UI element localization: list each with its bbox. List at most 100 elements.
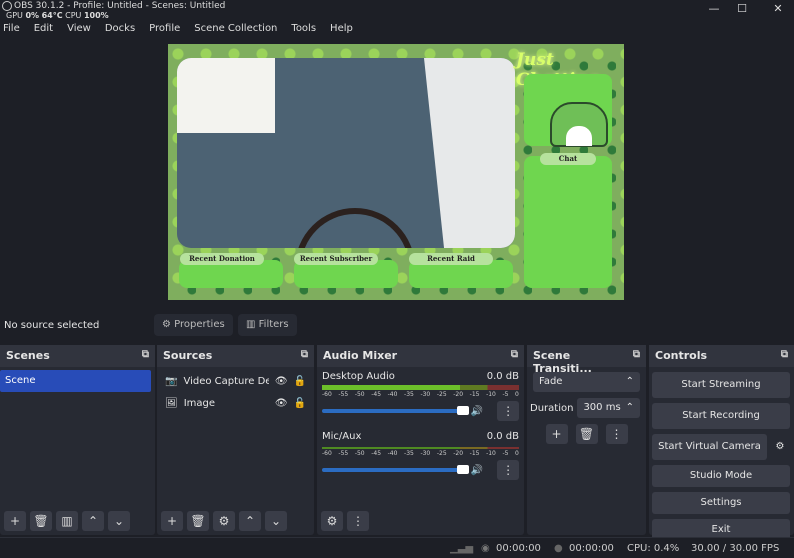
virtual-camera-settings-icon[interactable]: ⚙: [770, 434, 790, 460]
maximize-button[interactable]: ☐: [732, 2, 752, 15]
camera-icon: 📷: [165, 375, 178, 387]
gpu-label: GPU: [6, 11, 23, 20]
spin-icon: ⌃: [625, 402, 634, 413]
channel-menu-button[interactable]: ⋮: [497, 460, 519, 480]
transition-menu-button[interactable]: ⋮: [605, 424, 628, 444]
move-up-button[interactable]: ⌃: [82, 511, 104, 531]
transition-value: Fade: [539, 376, 563, 387]
menu-file[interactable]: File: [0, 21, 27, 37]
menu-view[interactable]: View: [64, 21, 98, 37]
overlay-subscriber-label: Recent Subscriber: [294, 253, 378, 265]
source-name: Video Capture Device: [183, 375, 269, 387]
close-button[interactable]: ✕: [768, 2, 788, 15]
record-indicator-icon: ●: [554, 543, 563, 554]
filters-button[interactable]: ▥ Filters: [238, 314, 297, 336]
audio-mixer-dock: Audio Mixer ⧉ Desktop Audio 0.0 dB -60 -55-…: [317, 345, 524, 535]
cpu-label: CPU: [65, 11, 82, 20]
start-streaming-button[interactable]: Start Streaming: [652, 372, 790, 398]
speaker-icon[interactable]: 🔊: [471, 465, 483, 476]
speaker-icon[interactable]: 🔊: [471, 406, 483, 417]
remove-source-button[interactable]: 🗑: [187, 511, 209, 531]
visibility-eye-icon[interactable]: 👁: [275, 376, 288, 387]
webcam-feed: [177, 58, 515, 248]
hw-stats: GPU 0% 64°C CPU 100%: [6, 11, 109, 20]
mixer-menu-button[interactable]: ⋮: [347, 511, 369, 531]
window-title: OBS 30.1.2 - Profile: Untitled - Scenes:…: [14, 1, 226, 11]
mixer-channel: Mic/Aux 0.0 dB -60 -55 -50 -45 -40 -35 -30 -25 -2…: [317, 427, 524, 480]
menu-edit[interactable]: Edit: [31, 21, 60, 37]
move-down-button[interactable]: ⌄: [108, 511, 130, 531]
dock-title: Scenes: [6, 349, 50, 362]
lock-icon[interactable]: 🔓: [294, 376, 306, 387]
properties-label: Properties: [174, 319, 225, 330]
source-item[interactable]: 🖼 Image 👁 🔓: [157, 392, 314, 414]
channel-name: Desktop Audio: [322, 371, 395, 382]
move-up-button[interactable]: ⌃: [239, 511, 261, 531]
undock-icon[interactable]: ⧉: [781, 349, 788, 363]
duration-spinbox[interactable]: 300 ms ⌃: [577, 398, 640, 418]
start-virtual-camera-button[interactable]: Start Virtual Camera: [652, 434, 767, 460]
undock-icon[interactable]: ⧉: [633, 349, 640, 363]
volume-slider[interactable]: [322, 406, 469, 415]
dock-title: Audio Mixer: [323, 349, 398, 362]
menu-docks[interactable]: Docks: [102, 21, 142, 37]
overlay-chat-label: Chat: [540, 153, 596, 165]
dock-title: Controls: [655, 349, 708, 362]
stream-indicator-icon: ◉: [481, 543, 490, 554]
add-transition-button[interactable]: +: [545, 424, 568, 444]
scene-filters-button[interactable]: ▥: [56, 511, 78, 531]
volume-meter: [322, 385, 519, 390]
cpu-value: 100%: [83, 11, 109, 20]
channel-level: 0.0 dB: [486, 431, 519, 442]
temp-value: 64°C: [41, 11, 63, 20]
duration-label: Duration: [530, 402, 574, 414]
channel-menu-button[interactable]: ⋮: [497, 401, 519, 421]
menu-help[interactable]: Help: [327, 21, 360, 37]
gear-icon: ⚙: [162, 319, 175, 330]
menu-tools[interactable]: Tools: [288, 21, 323, 37]
transitions-dock: Scene Transiti... ⧉ Fade ⌃ Duration 300 ms…: [527, 345, 646, 535]
preview-canvas[interactable]: Just Chatting Chat Recent Donation Recen…: [168, 44, 624, 300]
source-item[interactable]: 📷 Video Capture Device 👁 🔓: [157, 370, 314, 392]
controls-dock: Controls ⧉ Start Streaming Start Recordin…: [649, 345, 794, 541]
visibility-eye-icon[interactable]: 👁: [275, 398, 288, 409]
overlay-chat-box: [524, 156, 612, 288]
menu-scene-collection[interactable]: Scene Collection: [191, 21, 284, 37]
studio-mode-button[interactable]: Studio Mode: [652, 465, 790, 487]
undock-icon[interactable]: ⧉: [142, 349, 149, 363]
start-recording-button[interactable]: Start Recording: [652, 403, 790, 429]
channel-level: 0.0 dB: [486, 371, 519, 382]
transition-select[interactable]: Fade ⌃: [533, 372, 640, 392]
remove-scene-button[interactable]: 🗑: [30, 511, 52, 531]
lock-icon[interactable]: 🔓: [294, 398, 306, 409]
obs-logo-icon: [2, 1, 12, 11]
add-source-button[interactable]: +: [161, 511, 183, 531]
volume-slider[interactable]: [322, 465, 469, 474]
audio-settings-button[interactable]: ⚙: [321, 511, 343, 531]
mixer-channel: Desktop Audio 0.0 dB -60 -55 -50 -45 -40 -35 -3…: [317, 367, 524, 421]
minimize-button[interactable]: —: [704, 2, 724, 15]
sources-dock: Sources ⧉ 📷 Video Capture Device 👁 🔓 🖼 Image…: [157, 345, 314, 535]
scene-item[interactable]: Scene: [0, 370, 151, 392]
add-scene-button[interactable]: +: [4, 511, 26, 531]
overlay-donation-label: Recent Donation: [180, 253, 264, 265]
remove-transition-button[interactable]: 🗑: [575, 424, 598, 444]
meter-ticks: -60 -55 -50 -45 -40 -35 -30 -25 -20 -15 -10 -5 0: [322, 391, 519, 398]
source-properties-button[interactable]: ⚙: [213, 511, 235, 531]
properties-button[interactable]: ⚙ Properties: [154, 314, 233, 336]
record-time: 00:00:00: [569, 543, 614, 554]
filters-label: Filters: [258, 319, 289, 330]
cpu-usage: CPU: 0.4%: [627, 543, 680, 554]
frog-mascot-image: [550, 102, 608, 147]
stream-time: 00:00:00: [496, 543, 541, 554]
move-down-button[interactable]: ⌄: [265, 511, 287, 531]
scenes-dock: Scenes ⧉ Scene + 🗑 ▥ ⌃ ⌄: [0, 345, 155, 535]
menu-bar: File Edit View Docks Profile Scene Colle…: [0, 21, 364, 37]
settings-button[interactable]: Settings: [652, 492, 790, 514]
undock-icon[interactable]: ⧉: [511, 349, 518, 363]
signal-bars-icon: ▁▃▅: [450, 543, 474, 554]
undock-icon[interactable]: ⧉: [301, 349, 308, 363]
gpu-value: 0%: [25, 11, 40, 20]
menu-profile[interactable]: Profile: [146, 21, 187, 37]
meter-ticks: -60 -55 -50 -45 -40 -35 -30 -25 -20 -15 -10 -5 0: [322, 450, 519, 457]
